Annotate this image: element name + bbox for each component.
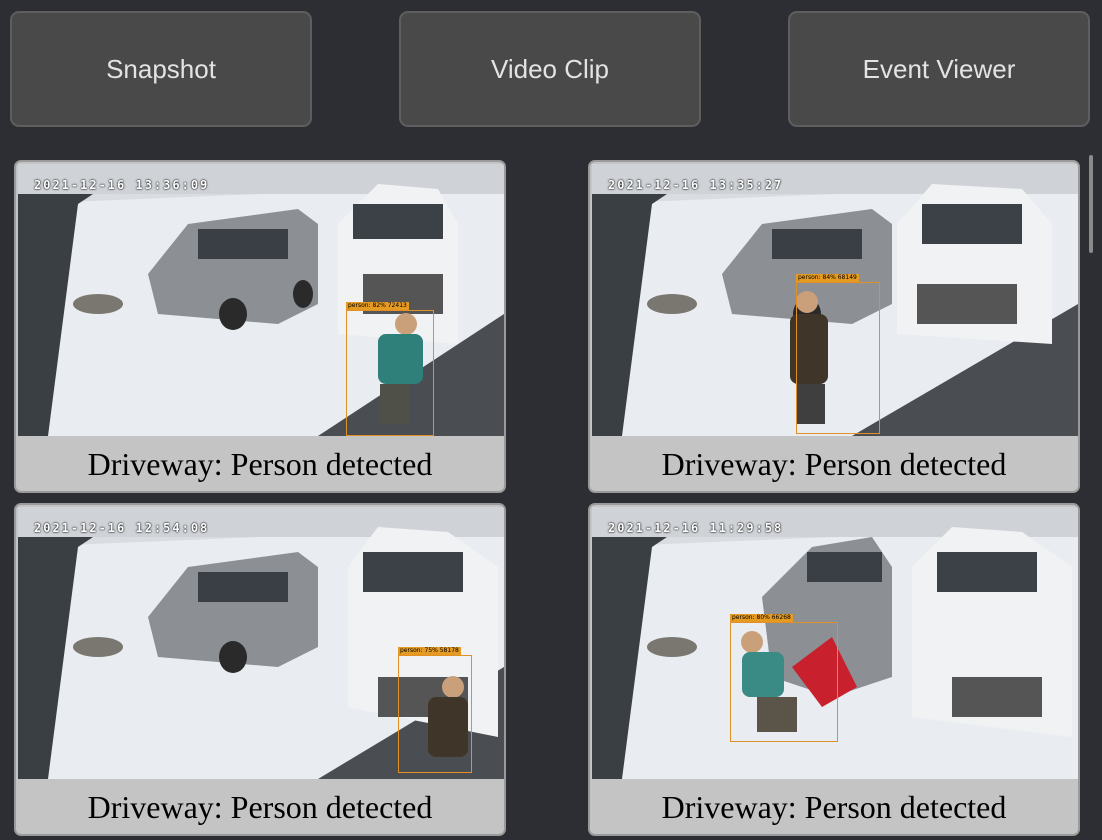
- camera-snapshot: 2021-12-16 11:29:58 person: 80% 66268: [592, 507, 1078, 779]
- detection-label: person: 75% 58178: [398, 647, 461, 655]
- camera-snapshot: 2021-12-16 12:54:08 person: 75% 58178: [18, 507, 504, 779]
- timestamp-overlay: 2021-12-16 12:54:08: [34, 521, 210, 535]
- timestamp-overlay: 2021-12-16 13:36:09: [34, 178, 210, 192]
- detection-label: person: 84% 68149: [796, 274, 859, 282]
- event-viewer-button[interactable]: Event Viewer: [788, 11, 1090, 127]
- timestamp-overlay: 2021-12-16 11:29:58: [608, 521, 784, 535]
- event-caption: Driveway: Person detected: [661, 446, 1007, 482]
- scrollbar-thumb[interactable]: [1089, 155, 1093, 253]
- detection-box: [796, 282, 880, 434]
- camera-snapshot: 2021-12-16 13:35:27 person: 84% 68149: [592, 164, 1078, 436]
- detection-label: person: 80% 66268: [730, 614, 793, 622]
- event-caption: Driveway: Person detected: [87, 446, 433, 482]
- event-grid: 2021-12-16 13:36:09 person: 82% 72413 Dr…: [0, 150, 1102, 840]
- scrollbar[interactable]: [1089, 155, 1093, 835]
- event-card[interactable]: 2021-12-16 13:36:09 person: 82% 72413 Dr…: [14, 160, 506, 493]
- detection-box: [398, 655, 472, 773]
- detection-label: person: 82% 72413: [346, 302, 409, 310]
- timestamp-overlay: 2021-12-16 13:35:27: [608, 178, 784, 192]
- event-card[interactable]: 2021-12-16 12:54:08 person: 75% 58178 Dr…: [14, 503, 506, 836]
- camera-snapshot: 2021-12-16 13:36:09 person: 82% 72413: [18, 164, 504, 436]
- detection-box: [346, 310, 434, 436]
- snapshot-button[interactable]: Snapshot: [10, 11, 312, 127]
- detection-box: [730, 622, 838, 742]
- event-card[interactable]: 2021-12-16 11:29:58 person: 80% 66268 Dr…: [588, 503, 1080, 836]
- toolbar: Snapshot Video Clip Event Viewer: [0, 0, 1102, 140]
- event-caption: Driveway: Person detected: [87, 789, 433, 825]
- event-caption: Driveway: Person detected: [661, 789, 1007, 825]
- event-card[interactable]: 2021-12-16 13:35:27 person: 84% 68149 Dr…: [588, 160, 1080, 493]
- video-clip-button[interactable]: Video Clip: [399, 11, 701, 127]
